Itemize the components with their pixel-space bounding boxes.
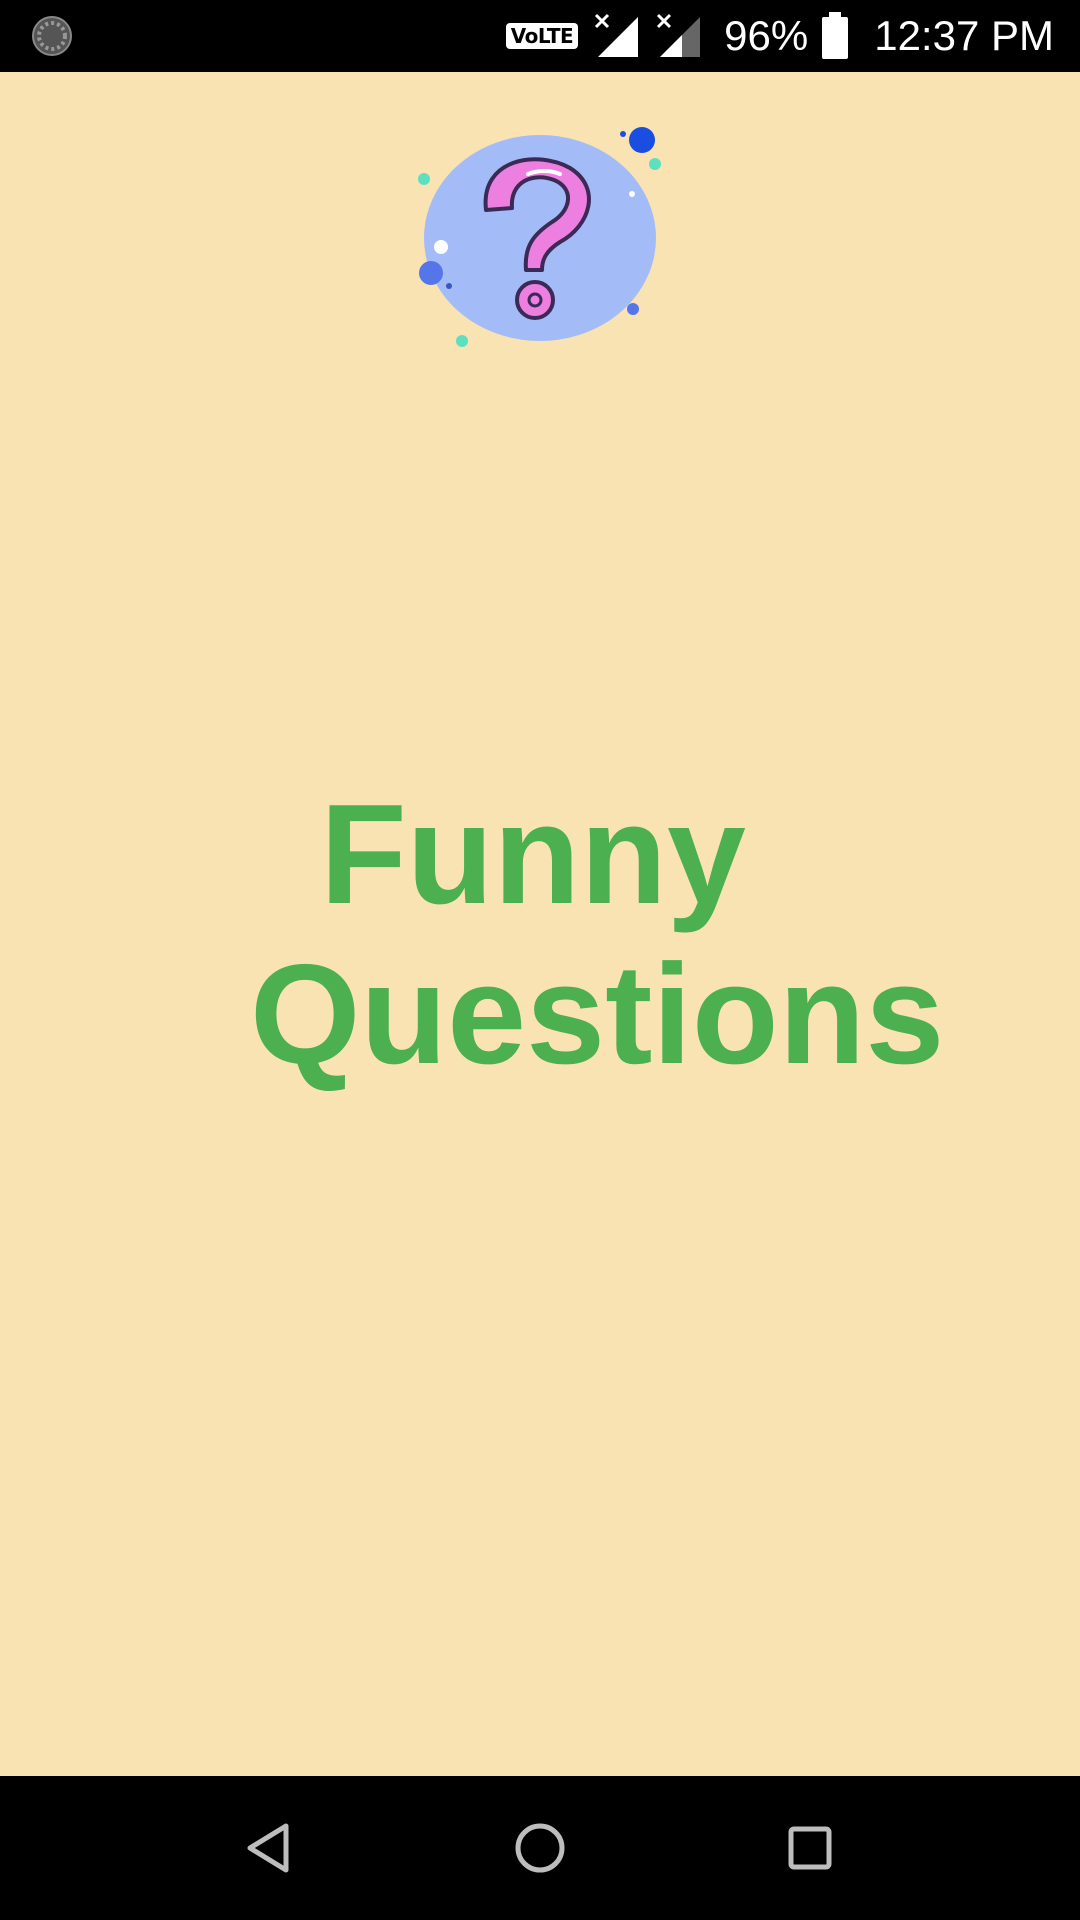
sync-icon [32,16,72,56]
question-mark-icon [418,127,661,347]
title-line-questions: Questions [250,935,945,1094]
title-line-funny: Funny [320,775,746,934]
battery-percent: 96% [724,12,809,59]
status-icons: VoLTE 96% 12:37 PM [505,0,1080,72]
navigation-bar [0,1776,1080,1920]
app-title: Funny Questions [0,775,1080,1095]
status-bar: VoLTE 96% 12:37 PM [0,0,1080,72]
home-circle-icon[interactable] [510,1818,570,1878]
signal-no-data-icon [595,13,639,57]
battery-icon [822,12,849,59]
volte-badge: VoLTE [505,23,579,49]
back-triangle-icon[interactable] [240,1818,300,1878]
clock: 12:37 PM [874,12,1054,59]
app-screen: VoLTE 96% 12:37 PM Funny Questions [0,0,1080,1920]
recents-square-icon[interactable] [780,1818,840,1878]
signal-weak-no-data-icon [657,13,701,57]
